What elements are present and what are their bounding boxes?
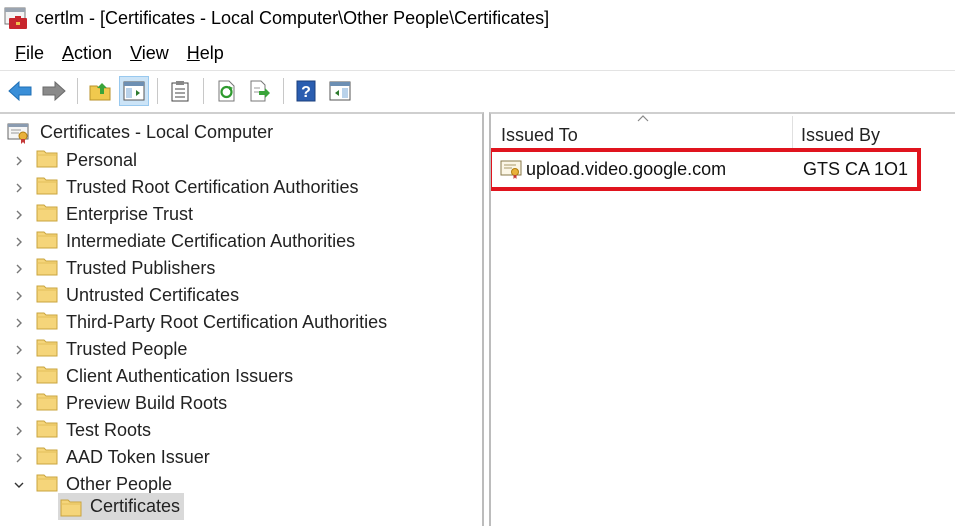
tree-item-label: Trusted Publishers [66,258,216,278]
certificate-store-icon [7,123,29,144]
selected-row: Certificates [58,493,185,520]
menu-bar: File Action View Help [0,38,955,68]
tree-item-label: Trusted People [66,339,188,359]
toolbar-separator [77,77,78,104]
folder-icon [36,283,66,308]
up-folder-icon [89,82,111,100]
folder-icon [36,229,66,254]
column-divider[interactable] [792,116,793,150]
chevron-right-icon[interactable] [12,289,26,303]
chevron-right-icon[interactable] [12,235,26,249]
tree-item-label: Third-Party Root Certification Authoriti… [66,312,388,332]
properties-icon [171,80,189,101]
refresh-button[interactable] [211,76,241,106]
tree-root-certificates-local-computer[interactable]: Certificates - Local Computer [6,119,273,146]
tree-item-label: Intermediate Certification Authorities [66,231,356,251]
properties-button[interactable] [165,76,195,106]
tree-item-label: Certificates [90,496,181,516]
tree-item-client-authentication-issuers[interactable]: Client Authentication Issuers [0,363,293,390]
toolbar-separator [157,77,158,104]
folder-icon [36,337,66,362]
folder-icon [36,391,66,416]
folder-icon [36,310,66,335]
back-icon [8,80,32,101]
help-button[interactable]: ? [291,76,321,106]
tree-item-trusted-people[interactable]: Trusted People [0,336,187,363]
tree-item-test-roots[interactable]: Test Roots [0,417,151,444]
forward-button[interactable] [39,76,69,106]
folder-icon [36,148,66,173]
window-title: certlm - [Certificates - Local Computer\… [35,7,550,28]
chevron-right-icon[interactable] [12,208,26,222]
chevron-right-icon[interactable] [12,424,26,438]
tree-item-label: Enterprise Trust [66,204,194,224]
tree-item-untrusted-certificates[interactable]: Untrusted Certificates [0,282,239,309]
show-action-pane-icon [329,81,351,100]
tree-item-intermediate-certification-authorities[interactable]: Intermediate Certification Authorities [0,228,355,255]
tree-item-label: Test Roots [66,420,152,440]
show-hide-action-pane-button[interactable] [325,76,355,106]
tree-item-trusted-root-certification-authorities[interactable]: Trusted Root Certification Authorities [0,174,358,201]
chevron-right-icon[interactable] [12,370,26,384]
export-list-button[interactable] [245,76,275,106]
tree-item-aad-token-issuer[interactable]: AAD Token Issuer [0,444,210,471]
folder-icon [36,256,66,281]
forward-icon [42,80,66,101]
tree-item-trusted-publishers[interactable]: Trusted Publishers [0,255,215,282]
chevron-right-icon[interactable] [12,154,26,168]
chevron-right-icon[interactable] [12,262,26,276]
show-hide-console-tree-button[interactable] [119,75,149,106]
toolbar-separator [203,77,204,104]
tree-item-personal[interactable]: Personal [0,147,137,174]
help-icon: ? [296,80,316,101]
menu-view[interactable]: View [121,43,178,64]
chevron-right-icon[interactable] [12,316,26,330]
refresh-icon [218,80,235,101]
toolbar-separator [283,77,284,104]
tree-item-label: Trusted Root Certification Authorities [66,177,359,197]
folder-icon [36,418,66,443]
highlight-annotation-box [491,148,921,191]
chevron-down-icon[interactable] [12,478,26,492]
tree-item-label: Client Authentication Issuers [66,366,294,386]
tree-item-enterprise-trust[interactable]: Enterprise Trust [0,201,193,228]
tree-item-label: Other People [66,474,173,494]
title-bar: certlm - [Certificates - Local Computer\… [0,0,955,36]
tree-item-certificates[interactable]: Certificates [58,493,185,520]
certlm-app-icon [3,5,29,31]
folder-icon [36,445,66,470]
export-list-icon [250,80,270,101]
column-header-issued-by[interactable]: Issued By [801,114,955,150]
folder-icon [36,175,66,200]
up-one-level-button[interactable] [85,76,115,106]
menu-file[interactable]: File [6,43,53,64]
menu-help[interactable]: Help [178,43,233,64]
svg-text:?: ? [301,84,311,101]
chevron-right-icon[interactable] [12,181,26,195]
chevron-right-icon[interactable] [12,397,26,411]
console-tree-pane: Certificates - Local Computer Personal Tr… [0,112,484,526]
column-header-label: Issued To [501,125,578,145]
tree-item-third-party-root-certification-authorities[interactable]: Third-Party Root Certification Authoriti… [0,309,387,336]
results-pane: Issued To Issued By upload.video.google.… [489,112,955,526]
folder-icon [36,202,66,227]
folder-icon [36,364,66,389]
column-header-issued-to[interactable]: Issued To [501,114,791,150]
chevron-right-icon[interactable] [12,343,26,357]
tree-item-label: Preview Build Roots [66,393,228,413]
tree-item-label: Personal [66,150,138,170]
menu-action[interactable]: Action [53,43,121,64]
tree-root-label: Certificates - Local Computer [40,122,274,142]
show-hide-tree-icon [123,81,145,100]
chevron-right-icon[interactable] [12,451,26,465]
toolbar: ? [0,70,955,110]
tree-item-label: AAD Token Issuer [66,447,210,467]
tree-item-label: Untrusted Certificates [66,285,240,305]
column-header-label: Issued By [801,125,881,145]
back-button[interactable] [5,76,35,106]
tree-item-preview-build-roots[interactable]: Preview Build Roots [0,390,227,417]
folder-icon [60,499,82,516]
